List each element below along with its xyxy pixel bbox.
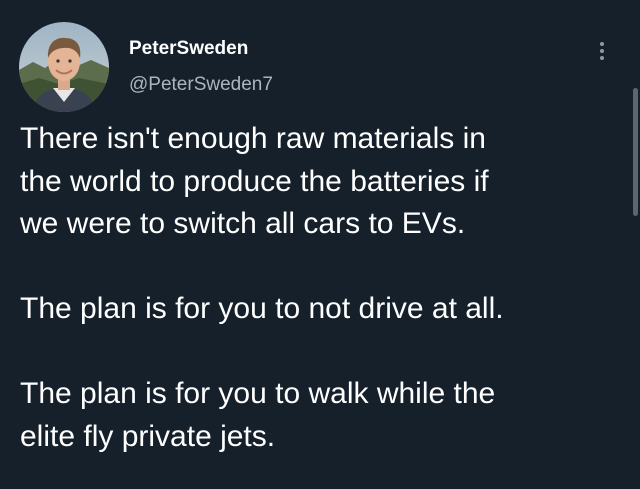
user-handle[interactable]: @PeterSweden7 bbox=[129, 73, 273, 97]
tweet: PeterSweden @PeterSweden7 There isn't en… bbox=[0, 0, 640, 489]
avatar[interactable] bbox=[19, 22, 109, 112]
scrollbar[interactable] bbox=[633, 88, 638, 216]
more-options-icon[interactable] bbox=[590, 34, 614, 68]
tweet-paragraph: The plan is for you to walk while the el… bbox=[20, 377, 496, 453]
dot bbox=[600, 42, 604, 46]
tweet-paragraph: The plan is for you to not drive at all. bbox=[20, 292, 504, 325]
tweet-paragraph: There isn't enough raw materials in the … bbox=[20, 122, 489, 240]
tweet-text: There isn't enough raw materials in the … bbox=[20, 118, 625, 458]
dot bbox=[600, 49, 604, 53]
display-name[interactable]: PeterSweden bbox=[129, 37, 248, 61]
dot bbox=[600, 56, 604, 60]
profile-photo bbox=[19, 22, 109, 112]
